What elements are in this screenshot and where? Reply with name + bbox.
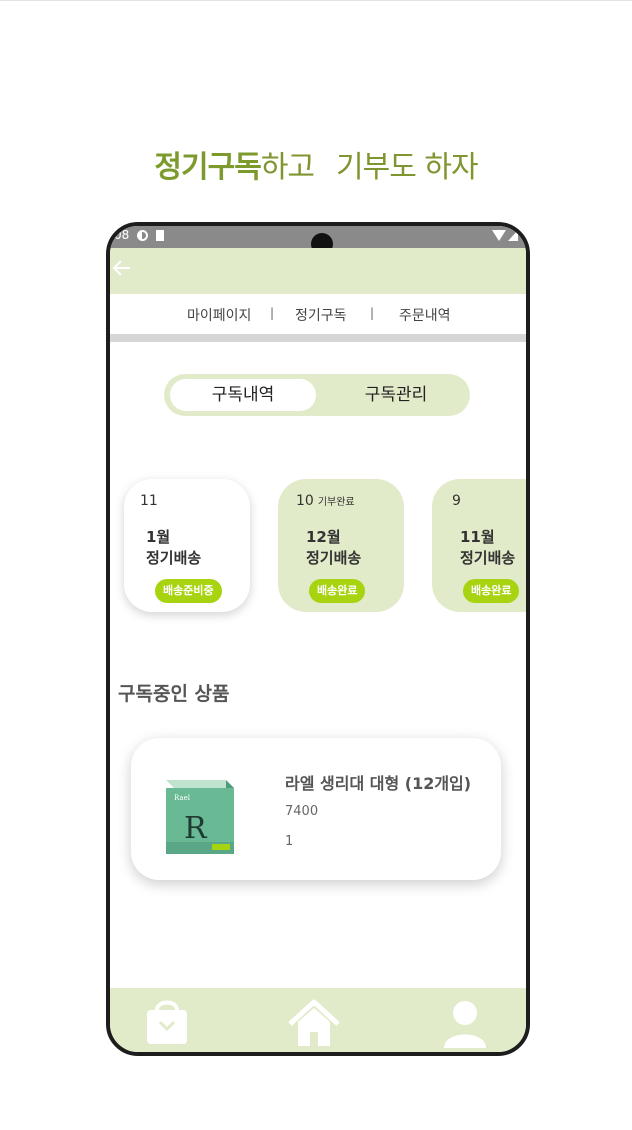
delivery-month: 12월 [306,528,341,546]
section-title: 구독중인 상품 [118,683,230,705]
status-right [492,230,518,249]
tab-separator: | [370,306,375,320]
product-price: 7400 [285,804,319,819]
divider [110,334,526,342]
delivery-day: 9 [452,493,461,509]
tab-separator: | [270,306,275,320]
status-badge: 배송완료 [309,579,366,603]
status-left: 08 [114,228,165,242]
status-badge: 배송준비중 [155,579,222,603]
product-image: Rael R [164,776,239,856]
status-badge: 배송완료 [463,579,520,603]
back-arrow-icon[interactable] [112,258,132,284]
home-icon[interactable] [286,998,342,1052]
tab-mypage[interactable]: 마이페이지 [187,305,251,325]
segment-history[interactable]: 구독내역 [170,379,316,411]
delivery-type: 정기배송 [460,549,516,567]
delivery-card[interactable]: 10 기부완료 12월 정기배송 배송완료 [278,479,404,612]
tab-orders[interactable]: 주문내역 [399,305,451,325]
shopping-bag-icon[interactable] [144,998,190,1050]
top-tabs: 마이페이지 | 정기구독 | 주문내역 [110,294,526,334]
bottom-nav [110,988,526,1052]
phone-frame: 08 마이페이지 | 정기구독 | 주문내역 구독내역 구독관리 11 1월 정… [106,222,530,1056]
delivery-month: 1월 [146,528,171,546]
status-time: 08 [114,228,130,242]
user-icon[interactable] [442,998,488,1052]
app-bar [110,248,526,294]
delivery-card[interactable]: 9 11월 정기배송 배송완료 [432,479,526,612]
headline-bold: 정기구독 [154,150,261,185]
segmented-control: 구독내역 구독관리 [164,374,470,416]
donation-label: 기부완료 [317,497,355,508]
segment-manage[interactable]: 구독관리 [326,379,466,411]
product-quantity: 1 [285,834,294,849]
tab-subscription[interactable]: 정기구독 [295,305,347,325]
product-name: 라엘 생리대 대형 (12개입) [285,774,472,793]
headline-part2: 하고 [260,150,315,185]
top-rule [0,0,632,1]
headline: 정기구독하고 기부도 하자 [0,142,632,186]
sd-card-icon [156,230,165,241]
delivery-card[interactable]: 11 1월 정기배송 배송준비중 [124,479,250,612]
delivery-month: 11월 [460,528,495,546]
box-brand: Rael [174,794,191,802]
status-app-icon [137,230,149,241]
signal-icon [508,230,518,241]
product-card[interactable]: Rael R 라엘 생리대 대형 (12개입) 7400 1 [131,738,501,880]
delivery-type: 정기배송 [306,549,362,567]
box-letter: R [184,811,208,846]
delivery-type: 정기배송 [146,549,202,567]
delivery-day: 10 기부완료 [296,493,355,509]
headline-part3: 기부도 하자 [336,150,479,185]
delivery-day: 11 [140,493,158,509]
wifi-icon [492,230,506,241]
